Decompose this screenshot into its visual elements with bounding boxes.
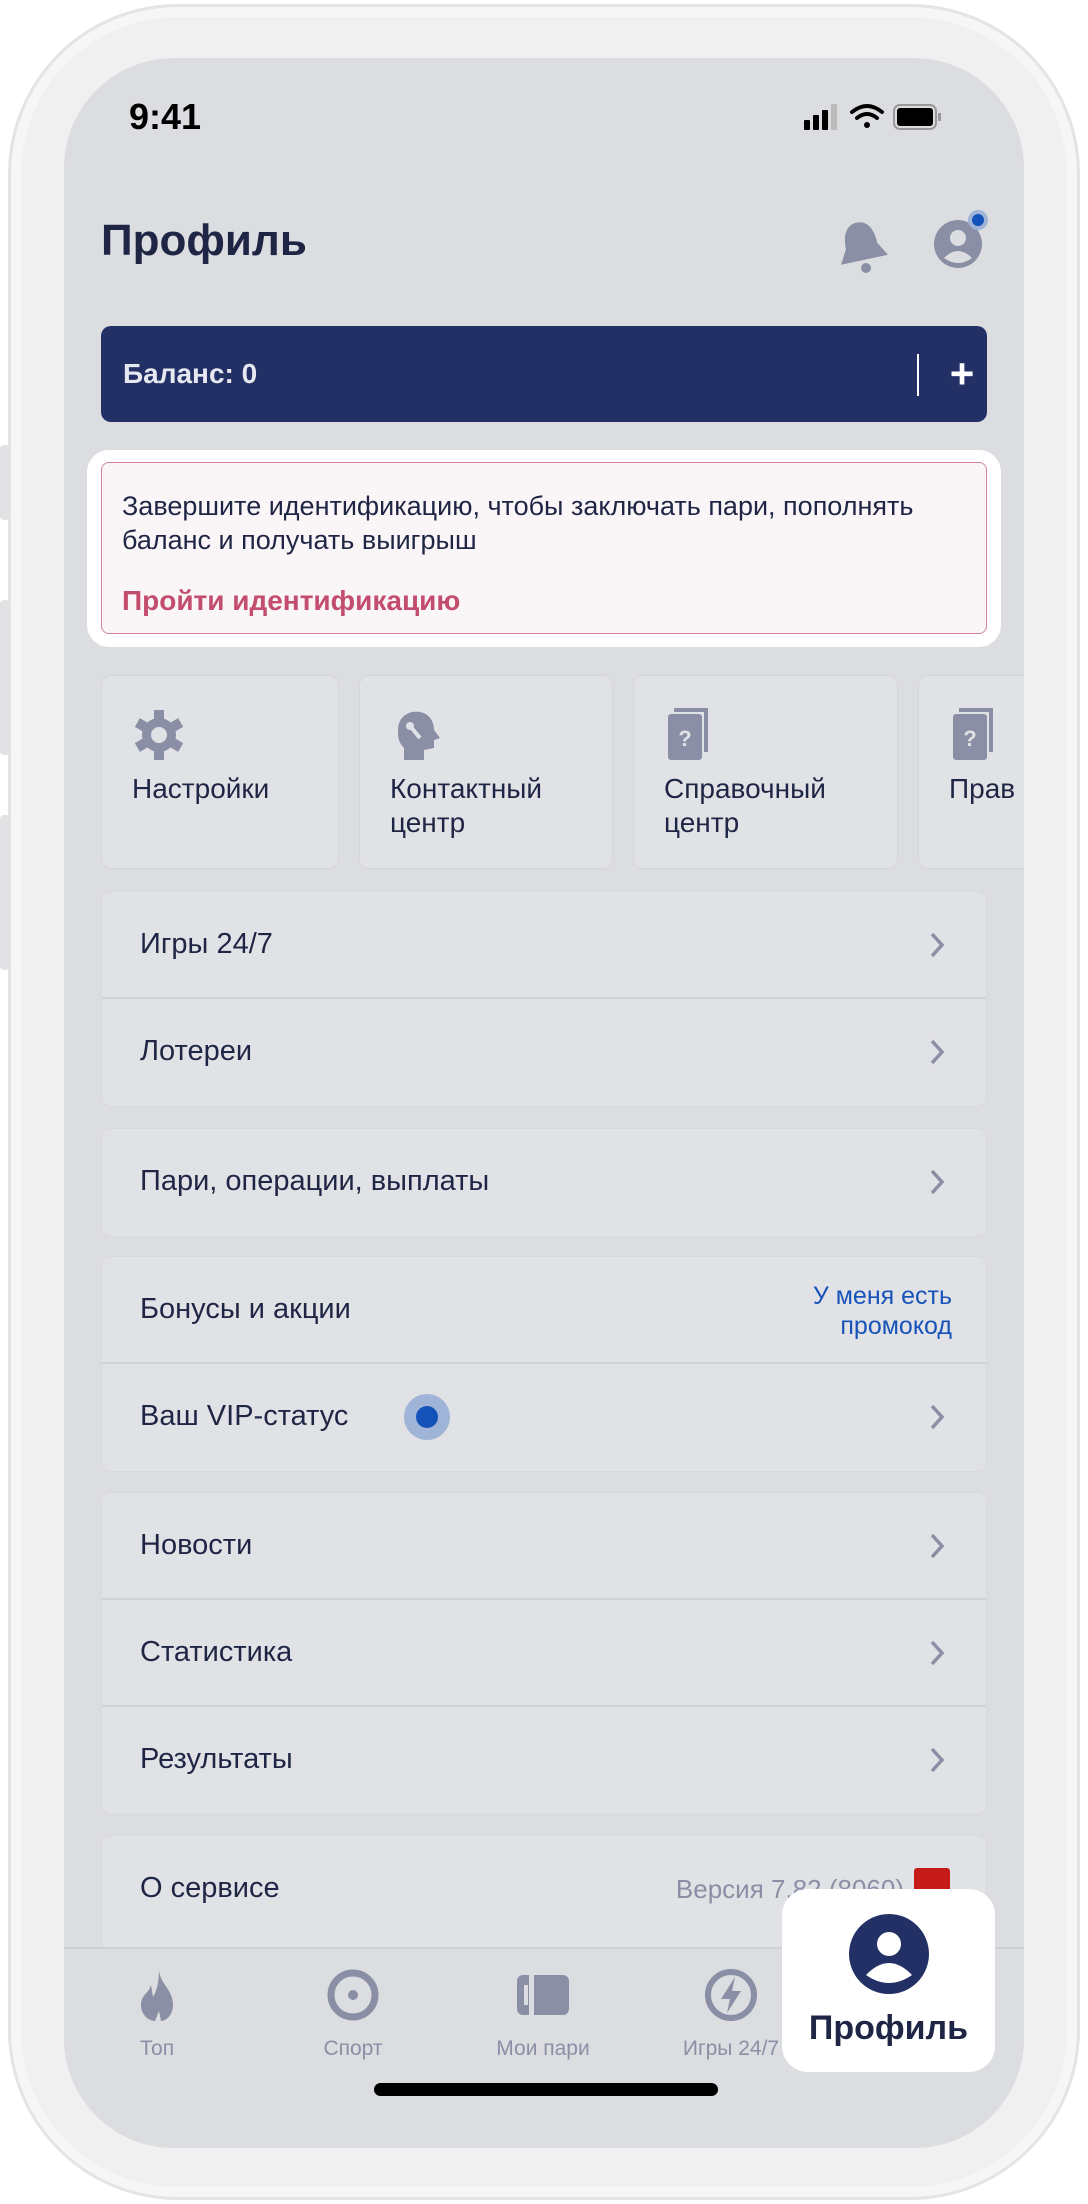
menu-item-statistics[interactable]: Статистика xyxy=(102,1600,986,1707)
battery-icon xyxy=(893,104,941,130)
profile-icon xyxy=(848,1914,929,1994)
tab-label: Мои пари xyxy=(496,2037,590,2060)
menu-item-label: Ваш VIP-статус xyxy=(140,1400,349,1432)
menu-item-label: Игры 24/7 xyxy=(140,928,273,960)
shortcut-contact-center[interactable]: Контактный центр xyxy=(359,675,613,869)
menu-group-info: Новости Статистика Результаты xyxy=(101,1492,987,1815)
home-indicator[interactable] xyxy=(374,2083,718,2096)
chevron-right-icon xyxy=(930,1404,945,1430)
notification-dot xyxy=(972,214,984,226)
screen: 9:41 Профиль Баланс: 0 + Завершите идент… xyxy=(64,58,1024,2148)
shortcut-rules[interactable]: ? Прав xyxy=(918,675,1024,869)
chevron-right-icon xyxy=(930,1533,945,1559)
add-funds-button[interactable]: + xyxy=(937,344,987,404)
ticket-icon xyxy=(517,1975,569,2015)
gear-icon xyxy=(134,710,184,760)
chevron-right-icon xyxy=(930,1039,945,1065)
tab-profile[interactable]: Профиль xyxy=(782,1889,995,2072)
shortcut-label: Прав xyxy=(949,773,1016,804)
menu-item-games[interactable]: Игры 24/7 xyxy=(102,892,986,999)
tab-my-bets[interactable]: Мои пари xyxy=(458,1967,628,2061)
target-icon xyxy=(327,1969,379,2021)
shortcut-label: Настройки xyxy=(132,773,270,804)
page-title: Профиль xyxy=(101,216,307,265)
shortcut-settings[interactable]: Настройки xyxy=(101,675,339,869)
identification-notice: Завершите идентификацию, чтобы заключать… xyxy=(101,462,987,634)
menu-item-bonuses[interactable]: Бонусы и акции У меня есть промокод xyxy=(102,1257,986,1364)
bell-icon[interactable] xyxy=(834,218,890,278)
identification-link[interactable]: Пройти идентификацию xyxy=(122,585,460,617)
flame-icon xyxy=(141,1969,173,2021)
chevron-right-icon xyxy=(930,932,945,958)
tab-label: Профиль xyxy=(808,2009,969,2047)
svg-text:?: ? xyxy=(678,726,691,751)
svg-text:?: ? xyxy=(963,726,976,751)
menu-item-vip-status[interactable]: Ваш VIP-статус xyxy=(102,1364,986,1471)
volume-down-button xyxy=(0,815,10,970)
menu-group-bonuses: Бонусы и акции У меня есть промокод Ваш V… xyxy=(101,1256,987,1472)
menu-item-label: Пари, операции, выплаты xyxy=(140,1165,490,1197)
lightning-icon xyxy=(705,1969,757,2021)
volume-up-button xyxy=(0,600,10,755)
help-book-icon: ? xyxy=(953,708,993,760)
shortcut-label: Справочный центр xyxy=(664,773,826,838)
menu-item-label: Бонусы и акции xyxy=(140,1293,351,1325)
identification-message: Завершите идентификацию, чтобы заключать… xyxy=(122,491,914,555)
chevron-right-icon xyxy=(930,1640,945,1666)
cellular-signal-icon xyxy=(804,104,837,130)
menu-item-label: Результаты xyxy=(140,1743,293,1775)
tab-top[interactable]: Топ xyxy=(72,1967,242,2061)
balance-bar[interactable]: Баланс: 0 + xyxy=(101,326,987,422)
status-icons xyxy=(804,104,941,130)
shortcut-label: Контактный центр xyxy=(390,773,543,838)
promo-code-link[interactable]: У меня есть промокод xyxy=(752,1281,952,1341)
menu-item-results[interactable]: Результаты xyxy=(102,1707,986,1814)
menu-group-games: Игры 24/7 Лотереи xyxy=(101,891,987,1107)
identification-card: Завершите идентификацию, чтобы заключать… xyxy=(87,450,1001,647)
menu-item-label: О сервисе xyxy=(140,1872,280,1904)
menu-item-label: Лотереи xyxy=(140,1035,253,1067)
balance-label: Баланс: 0 xyxy=(123,358,258,389)
menu-item-bets-operations[interactable]: Пари, операции, выплаты xyxy=(102,1129,986,1236)
avatar-icon[interactable] xyxy=(932,208,992,278)
tab-label: Спорт xyxy=(323,2037,383,2060)
menu-item-lotteries[interactable]: Лотереи xyxy=(102,999,986,1106)
menu-item-label: Новости xyxy=(140,1529,253,1561)
shortcut-help-center[interactable]: ? Справочный центр xyxy=(633,675,898,869)
menu-item-news[interactable]: Новости xyxy=(102,1493,986,1600)
tab-label: Топ xyxy=(139,2037,175,2060)
help-book-icon: ? xyxy=(668,708,708,760)
vip-indicator-dot xyxy=(404,1394,450,1440)
status-time: 9:41 xyxy=(129,96,202,137)
mute-switch xyxy=(0,445,10,520)
menu-item-label: Статистика xyxy=(140,1636,293,1668)
chevron-right-icon xyxy=(930,1747,945,1773)
divider xyxy=(917,354,919,396)
wifi-icon xyxy=(850,104,884,128)
menu-group-bets: Пари, операции, выплаты xyxy=(101,1128,987,1237)
chevron-right-icon xyxy=(930,1169,945,1195)
tab-sport[interactable]: Спорт xyxy=(268,1967,438,2061)
head-support-icon xyxy=(398,711,440,760)
